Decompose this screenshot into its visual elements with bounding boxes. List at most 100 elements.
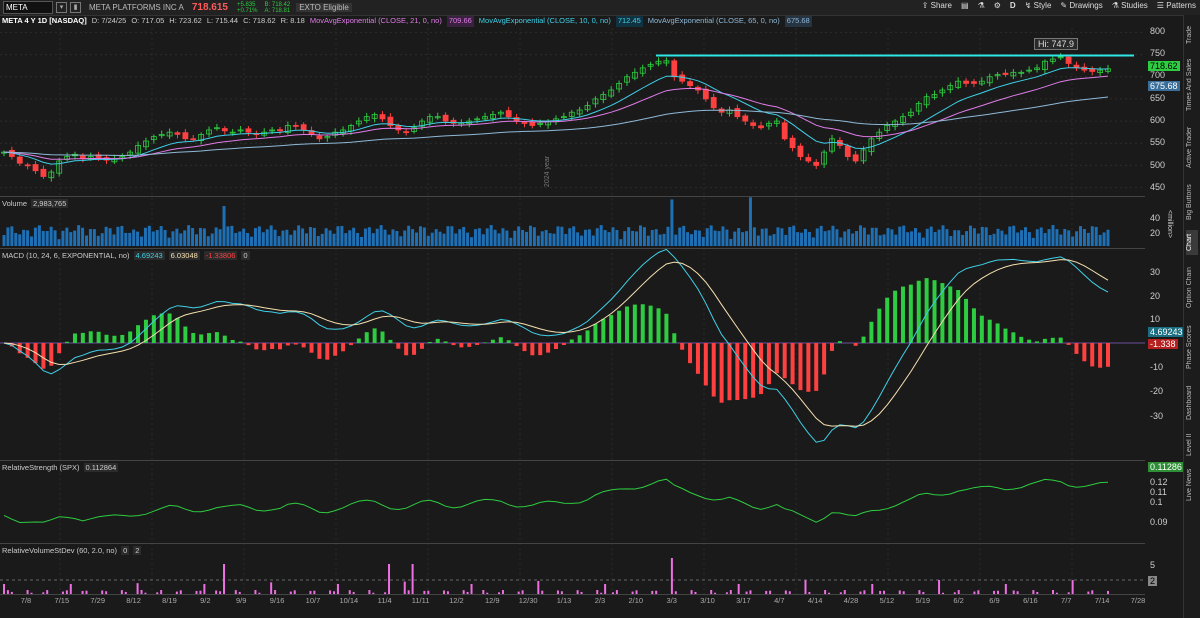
tab-live-news[interactable]: Live News (1186, 465, 1198, 505)
volume-bar (49, 226, 53, 246)
macd-histogram-bar (364, 332, 369, 343)
candle-body (316, 135, 323, 140)
candle-body (40, 168, 47, 177)
volume-bar (328, 230, 332, 246)
volume-bar (116, 226, 120, 246)
macd-histogram-bar (112, 335, 117, 343)
macd-histogram-bar (569, 339, 574, 343)
rvol-bar (470, 584, 473, 594)
tab-option-chain[interactable]: Option Chain (1186, 260, 1198, 315)
volume-bar (913, 228, 917, 246)
candle-body (529, 121, 536, 126)
volume-bar (819, 225, 823, 246)
macd-histogram-bar (893, 290, 898, 343)
candle-body (300, 124, 307, 131)
volume-bar (725, 229, 729, 246)
pane-divider[interactable] (0, 196, 1145, 197)
macd-histogram-bar (885, 297, 890, 343)
rvol-bar (336, 584, 339, 594)
macd-histogram-bar (1090, 343, 1095, 367)
volume-bar (324, 228, 328, 246)
volume-bar (147, 225, 151, 246)
macd-histogram-bar (719, 343, 724, 403)
macd-histogram-bar (514, 343, 519, 347)
volume-bar (277, 236, 281, 246)
volume-bar (250, 236, 254, 246)
volume-bar (756, 235, 760, 246)
pane-divider[interactable] (0, 460, 1145, 461)
volume-bar (218, 229, 222, 246)
volume-bar (858, 225, 862, 246)
pane-divider[interactable] (0, 594, 1145, 595)
volume-bar (477, 228, 481, 246)
macd-histogram-bar (230, 339, 235, 343)
volume-bar (155, 230, 159, 246)
macd-histogram-bar (782, 343, 787, 379)
volume-bar (466, 232, 470, 246)
volume-bar (1090, 226, 1094, 246)
macd-histogram-bar (380, 331, 385, 343)
tab-phase-scores[interactable]: Phase Scores (1186, 320, 1198, 375)
volume-bar (843, 231, 847, 246)
volume-bar (564, 233, 568, 246)
tab-chart[interactable]: Chart (1186, 230, 1198, 255)
macd-histogram-bar (167, 313, 172, 343)
volume-bar (73, 230, 77, 246)
volume-bar (705, 228, 709, 246)
volume-bar (265, 229, 269, 246)
macd-histogram-bar (467, 343, 472, 347)
macd-histogram-bar (262, 343, 267, 351)
x-axis-tick: 11/4 (377, 596, 392, 605)
tab-level-ii[interactable]: Level II (1186, 430, 1198, 460)
tab-times-and-sales[interactable]: Times And Sales (1186, 55, 1198, 115)
volume-bar (764, 228, 768, 246)
volume-bar (1012, 225, 1016, 246)
candle-body (805, 157, 812, 162)
volume-bar (690, 234, 694, 246)
volume-bar (411, 229, 415, 246)
volume-bar (697, 230, 701, 246)
chart-canvas[interactable] (0, 0, 1200, 618)
volume-bar (595, 228, 599, 246)
x-axis-tick: 9/16 (269, 596, 285, 605)
volume-bar (1031, 237, 1035, 246)
volume-bar (336, 226, 340, 246)
volume-bar (198, 227, 202, 246)
pane-divider[interactable] (0, 543, 1145, 544)
macd-histogram-bar (530, 343, 535, 356)
volume-bar (623, 231, 627, 246)
macd-histogram-bar (372, 328, 377, 343)
volume-bar (631, 230, 635, 246)
volume-bar (1047, 229, 1051, 246)
x-axis-tick: 4/14 (807, 596, 823, 605)
macd-histogram-bar (877, 308, 882, 343)
tab-active-trader[interactable]: Active Trader (1186, 120, 1198, 175)
volume-bar (426, 235, 430, 246)
macd-histogram-bar (278, 343, 282, 350)
macd-histogram-bar (774, 343, 779, 374)
volume-bar (768, 235, 772, 246)
tab-trade[interactable]: Trade (1186, 20, 1198, 50)
volume-bar (568, 228, 572, 246)
macd-histogram-bar (1074, 343, 1079, 354)
rvol-bar (411, 564, 414, 594)
pane-divider[interactable] (0, 248, 1145, 249)
year-label: 2024 year (544, 155, 552, 188)
volume-bar (375, 228, 379, 246)
volume-bar (748, 197, 752, 246)
tab-big-buttons[interactable]: Big Buttons (1186, 180, 1198, 225)
volume-bar (591, 235, 595, 246)
tab-dashboard[interactable]: Dashboard (1186, 380, 1198, 425)
rvol-bar (69, 584, 72, 594)
volume-bar (784, 234, 788, 246)
volume-bar (10, 226, 14, 246)
x-axis-tick: 11/11 (411, 596, 430, 605)
candle-body (1065, 56, 1072, 64)
volume-bar (30, 236, 34, 246)
macd-histogram-bar (948, 286, 953, 343)
volume-bar (367, 227, 371, 246)
x-axis-tick: 7/8 (20, 596, 32, 605)
volume-bar (371, 233, 375, 246)
macd-histogram-bar (806, 343, 811, 392)
macd-histogram-bar (222, 335, 227, 343)
